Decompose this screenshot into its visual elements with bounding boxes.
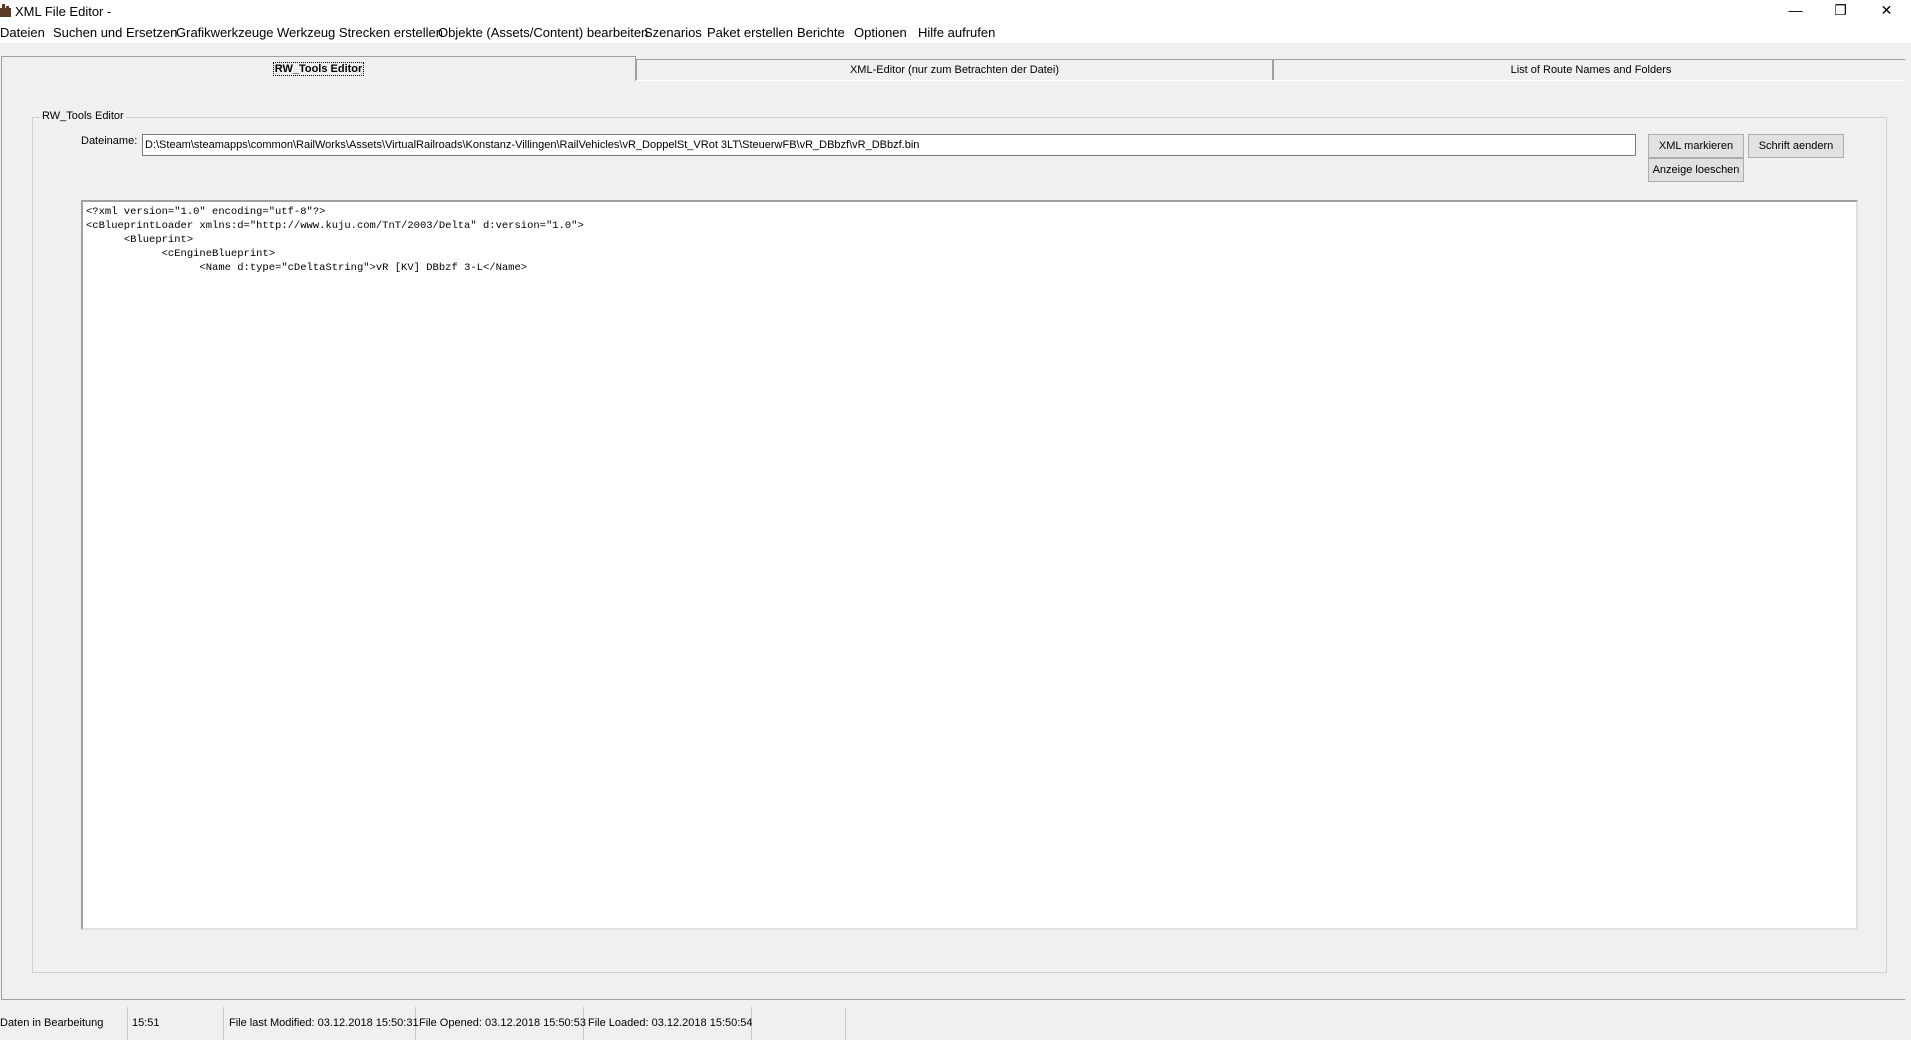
close-icon: ✕ bbox=[1880, 2, 1893, 18]
tab-route-names[interactable]: List of Route Names and Folders bbox=[1273, 59, 1909, 80]
tab-label: XML-Editor (nur zum Betrachten der Datei… bbox=[849, 64, 1060, 76]
menu-bar: Dateien Suchen und Ersetzen Grafikwerkze… bbox=[0, 22, 1911, 43]
menu-szenarios[interactable]: Szenarios bbox=[644, 25, 702, 40]
window-edge bbox=[1905, 43, 1911, 1039]
minimize-icon: — bbox=[1788, 2, 1803, 18]
tab-label: List of Route Names and Folders bbox=[1510, 64, 1672, 76]
xml-text-area[interactable]: <?xml version="1.0" encoding="utf-8"?> <… bbox=[81, 200, 1858, 930]
menu-berichte[interactable]: Berichte bbox=[797, 25, 845, 40]
menu-werkzeug-strecken[interactable]: Werkzeug Strecken erstellen bbox=[277, 25, 443, 40]
status-bar: Daten in Bearbeitung 15:51 File last Mod… bbox=[0, 1006, 1911, 1040]
window-title: XML File Editor - bbox=[15, 4, 112, 19]
restore-button[interactable]: ❐ bbox=[1818, 0, 1863, 22]
tab-strip: RW_Tools Editor XML-Editor (nur zum Betr… bbox=[0, 56, 1911, 81]
menu-suchen-ersetzen[interactable]: Suchen und Ersetzen bbox=[53, 25, 177, 40]
status-last-modified: File last Modified: 03.12.2018 15:50:31 bbox=[224, 1007, 419, 1040]
status-extra bbox=[752, 1007, 846, 1040]
filename-field[interactable]: D:\Steam\steamapps\common\RailWorks\Asse… bbox=[142, 134, 1636, 156]
menu-hilfe[interactable]: Hilfe aufrufen bbox=[918, 25, 995, 40]
filename-label: Dateiname: bbox=[81, 135, 138, 147]
title-bar: XML File Editor - — ❐ ✕ bbox=[0, 0, 1911, 22]
restore-icon: ❐ bbox=[1834, 2, 1847, 18]
close-button[interactable]: ✕ bbox=[1864, 0, 1909, 22]
xml-content: <?xml version="1.0" encoding="utf-8"?> <… bbox=[86, 206, 584, 274]
status-opened: File Opened: 03.12.2018 15:50:53 bbox=[416, 1007, 586, 1040]
tab-xml-editor[interactable]: XML-Editor (nur zum Betrachten der Datei… bbox=[636, 59, 1273, 80]
app-icon bbox=[0, 4, 11, 17]
minimize-button[interactable]: — bbox=[1773, 0, 1818, 22]
clear-display-button[interactable]: Anzeige loeschen bbox=[1648, 158, 1744, 182]
status-time: 15:51 bbox=[128, 1007, 224, 1040]
xml-mark-button[interactable]: XML markieren bbox=[1648, 134, 1744, 158]
menu-dateien[interactable]: Dateien bbox=[0, 25, 45, 40]
status-state: Daten in Bearbeitung bbox=[0, 1007, 128, 1040]
status-loaded: File Loaded: 03.12.2018 15:50:54 bbox=[584, 1007, 753, 1040]
change-font-button[interactable]: Schrift aendern bbox=[1748, 134, 1844, 158]
menu-optionen[interactable]: Optionen bbox=[854, 25, 907, 40]
menu-paket-erstellen[interactable]: Paket erstellen bbox=[707, 25, 793, 40]
tab-label: RW_Tools Editor bbox=[272, 62, 365, 76]
menu-objekte-bearbeiten[interactable]: Objekte (Assets/Content) bearbeiten bbox=[438, 25, 648, 40]
menu-grafikwerkzeuge[interactable]: Grafikwerkzeuge bbox=[176, 25, 274, 40]
tab-rw-tools-editor[interactable]: RW_Tools Editor bbox=[1, 56, 636, 81]
groupbox-title: RW_Tools Editor bbox=[40, 110, 126, 122]
